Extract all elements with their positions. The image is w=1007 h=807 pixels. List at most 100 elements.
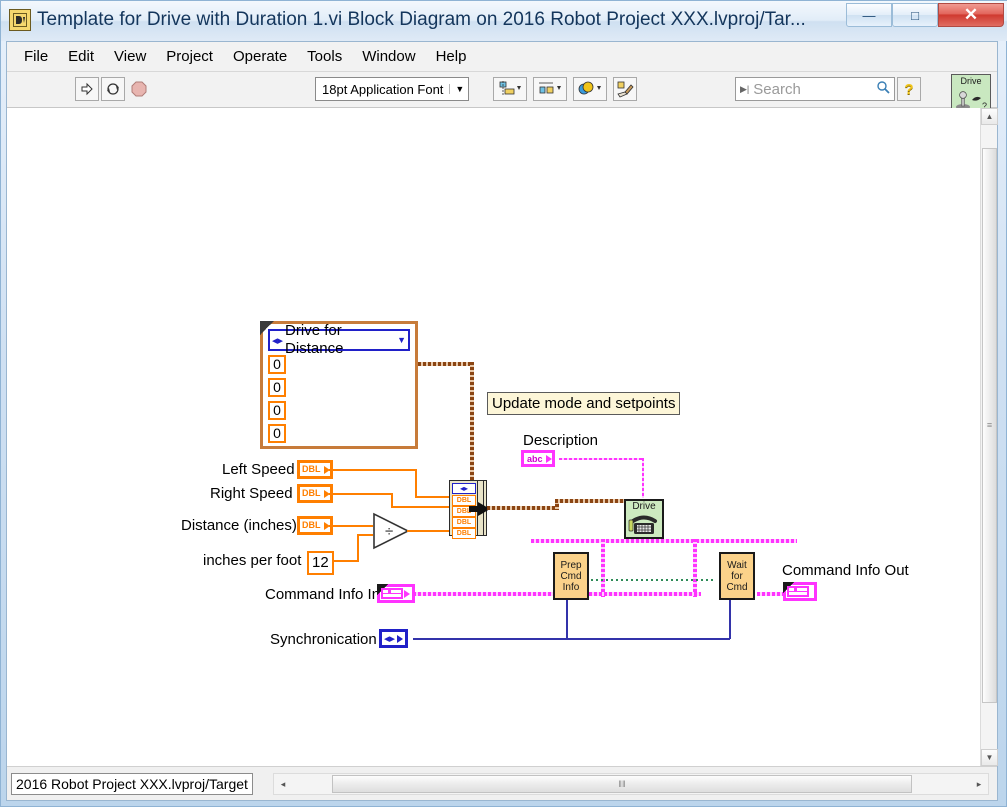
terminal-arrow-icon	[397, 635, 403, 643]
wire-bundle-out-h2	[555, 499, 625, 503]
wire-left-speed-h1	[329, 469, 417, 471]
cluster-numeric-1[interactable]: 0	[268, 378, 286, 397]
prep-cmd-line-0: Prep	[560, 560, 581, 571]
command-info-in-terminal[interactable]	[377, 584, 415, 603]
wire-ipf-to-divide	[357, 534, 373, 536]
run-continuously-button[interactable]	[101, 77, 125, 101]
wire-left-speed-h2	[415, 496, 451, 498]
drive-subvi-label: Drive	[632, 501, 655, 512]
window-controls: — □ ✕	[846, 3, 1004, 27]
abort-execution-button[interactable]	[127, 77, 151, 101]
description-string-constant[interactable]: abc	[521, 450, 555, 467]
wire-sync-h	[413, 638, 730, 640]
wire-drive-bottom-rail	[531, 539, 797, 543]
string-constant-text: abc	[524, 454, 546, 464]
prep-cmd-info-subvi[interactable]: Prep Cmd Info	[553, 552, 589, 600]
terminal-type-dbl: DBL	[300, 520, 323, 531]
menu-item-file[interactable]: File	[15, 45, 57, 69]
search-dropdown-icon[interactable]: ▶|	[740, 84, 749, 95]
wire-left-speed-v	[415, 469, 417, 497]
menu-item-view[interactable]: View	[105, 45, 155, 69]
prep-cmd-line-2: Info	[563, 582, 580, 593]
drive-mode-cluster-constant[interactable]: ◂▸ Drive for Distance ▼ 0 0 0 0	[260, 321, 418, 449]
description-label: Description	[523, 432, 598, 450]
drive-subvi[interactable]: Drive	[624, 499, 664, 539]
window-title: Template for Drive with Duration 1.vi Bl…	[37, 5, 847, 35]
labview-vi-icon	[9, 9, 31, 31]
cluster-numeric-0[interactable]: 0	[268, 355, 286, 374]
wire-divide-to-bundle	[407, 530, 451, 532]
distance-inches-terminal[interactable]: DBL	[297, 516, 333, 535]
minimize-button[interactable]: —	[846, 3, 892, 27]
wire-cluster-to-bundle-vertical	[470, 362, 474, 484]
menu-item-window[interactable]: Window	[353, 45, 424, 69]
scroll-right-button[interactable]: ▸	[970, 774, 988, 794]
terminal-type-dbl: DBL	[300, 464, 323, 475]
hscroll-thumb[interactable]: ‖‖	[332, 775, 912, 793]
distribute-objects-button[interactable]	[533, 77, 567, 101]
bundle-enum-pin: ◂▸	[452, 483, 476, 494]
search-input[interactable]: ▶| Search	[735, 77, 895, 101]
command-info-out-label: Command Info Out	[782, 562, 909, 580]
command-info-out-indicator[interactable]	[783, 582, 817, 601]
wire-distance-to-divide	[329, 525, 373, 527]
right-speed-terminal[interactable]: DBL	[297, 484, 333, 503]
free-label-update-mode[interactable]: Update mode and setpoints	[487, 392, 680, 415]
window-frame: Template for Drive with Duration 1.vi Bl…	[0, 0, 1007, 807]
synchronication-terminal[interactable]: ◂▸	[379, 629, 408, 648]
synchronication-label: Synchronication	[270, 631, 377, 649]
canvas-horizontal-scrollbar[interactable]: ◂ ‖‖ ▸	[273, 773, 989, 795]
command-info-in-label: Command Info In	[265, 586, 380, 604]
search-placeholder: Search	[753, 81, 872, 98]
menu-item-project[interactable]: Project	[157, 45, 222, 69]
scroll-grip-icon: ≡	[987, 424, 992, 427]
wait-cmd-line-0: Wait	[727, 560, 747, 571]
scroll-thumb[interactable]: ≡	[982, 148, 997, 703]
menu-item-edit[interactable]: Edit	[59, 45, 103, 69]
run-button[interactable]	[75, 77, 99, 101]
telephone-icon	[628, 512, 660, 537]
wire-right-speed-v	[391, 493, 393, 507]
svg-text:÷: ÷	[385, 523, 393, 540]
labview-block-diagram-window: Template for Drive with Duration 1.vi Bl…	[0, 0, 1007, 807]
cluster-enum-ring[interactable]: ◂▸ Drive for Distance ▼	[268, 329, 410, 351]
scroll-down-button[interactable]: ▼	[981, 749, 998, 766]
cluster-numeric-3[interactable]: 0	[268, 424, 286, 443]
cleanup-diagram-button[interactable]	[613, 77, 637, 101]
wire-sync-to-wait	[729, 600, 731, 639]
wire-description-to-drive-v	[642, 458, 644, 498]
reorder-objects-button[interactable]	[573, 77, 607, 101]
help-button[interactable]: ?	[897, 77, 921, 101]
project-path-label: 2016 Robot Project XXX.lvproj/Target	[11, 773, 253, 795]
vi-icon-label: Drive	[960, 76, 981, 87]
inches-per-foot-label: inches per foot	[203, 552, 301, 570]
wire-prep-to-right	[589, 592, 701, 596]
wire-ipf-v	[357, 535, 359, 562]
menu-item-operate[interactable]: Operate	[224, 45, 296, 69]
font-selector[interactable]: 18pt Application Font ▼	[315, 77, 469, 101]
right-speed-label: Right Speed	[210, 485, 293, 503]
maximize-button[interactable]: □	[892, 3, 938, 27]
bundle-arrow-icon	[469, 501, 491, 522]
menu-item-help[interactable]: Help	[427, 45, 476, 69]
wait-for-cmd-subvi[interactable]: Wait for Cmd	[719, 552, 755, 600]
align-objects-button[interactable]	[493, 77, 527, 101]
wire-description-to-drive-h	[559, 458, 644, 460]
wire-bundle-out-h1	[487, 506, 559, 510]
block-diagram-canvas[interactable]: ◂▸ Drive for Distance ▼ 0 0 0 0 Update m…	[7, 108, 997, 766]
left-speed-terminal[interactable]: DBL	[297, 460, 333, 479]
scroll-up-button[interactable]: ▲	[981, 108, 998, 125]
canvas-vertical-scrollbar[interactable]: ▲ ≡ ▼	[980, 108, 997, 766]
chevron-down-icon: ▼	[449, 84, 464, 94]
menu-bar: File Edit View Project Operate Tools Win…	[7, 42, 997, 72]
close-button[interactable]: ✕	[938, 3, 1004, 27]
terminal-type-dbl: DBL	[300, 488, 323, 499]
menu-item-tools[interactable]: Tools	[298, 45, 351, 69]
distance-inches-label: Distance (inches)	[181, 517, 297, 535]
search-icon[interactable]	[876, 80, 890, 99]
inches-per-foot-constant[interactable]: 12	[307, 551, 334, 575]
cluster-glyph-icon	[381, 588, 403, 599]
cluster-numeric-2[interactable]: 0	[268, 401, 286, 420]
font-selector-value: 18pt Application Font	[322, 82, 443, 97]
scroll-left-button[interactable]: ◂	[274, 774, 292, 794]
